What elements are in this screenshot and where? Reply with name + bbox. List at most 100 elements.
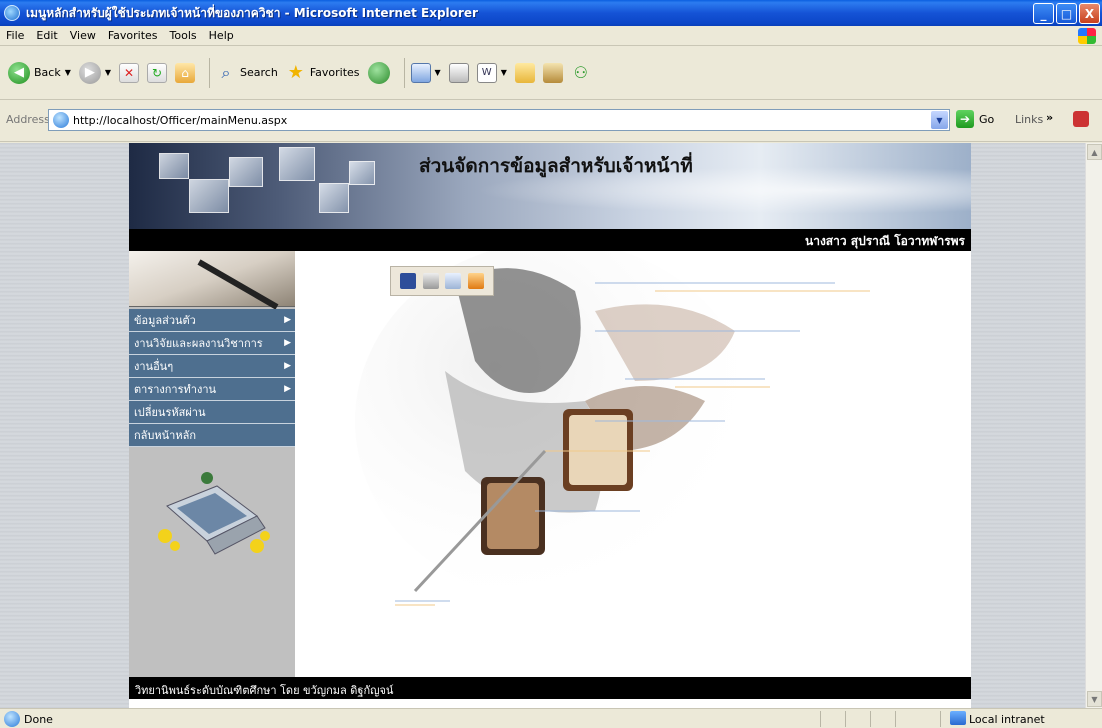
- chevron-down-icon: ▼: [500, 68, 507, 77]
- home-button[interactable]: ⌂: [175, 62, 196, 83]
- vertical-scrollbar[interactable]: ▲ ▼: [1085, 143, 1102, 708]
- menu-bar: File Edit View Favorites Tools Help: [0, 26, 1102, 46]
- web-page: ส่วนจัดการข้อมูลสำหรับเจ้าหน้าที่ นางสาว…: [129, 143, 971, 708]
- page-banner: ส่วนจัดการข้อมูลสำหรับเจ้าหน้าที่: [129, 143, 971, 229]
- address-dropdown-icon[interactable]: ▼: [931, 111, 948, 129]
- forward-arrow-icon: ▶: [78, 61, 101, 84]
- laptop-flowers-image: [158, 472, 270, 555]
- print-button[interactable]: [448, 62, 469, 83]
- refresh-icon: ↻: [147, 62, 168, 83]
- star-icon: ★: [287, 62, 304, 83]
- minimize-button[interactable]: _: [1033, 3, 1054, 24]
- menu-item-label: งานอื่นๆ: [134, 360, 174, 373]
- writing-hand-image: [129, 251, 295, 310]
- window-title: เมนูหลักสำหรับผู้ใช้ประเภทเจ้าหน้าที่ของ…: [26, 5, 478, 20]
- print-icon[interactable]: [422, 273, 439, 289]
- menu-item-research[interactable]: งานวิจัยและผลงานวิชาการ ▶: [129, 332, 295, 355]
- main-content: [295, 251, 971, 677]
- forward-button[interactable]: ▶ ▼: [78, 61, 112, 84]
- pen-graphic: [197, 259, 279, 310]
- submenu-arrow-icon: ▶: [284, 384, 291, 394]
- windows-logo-icon: [1078, 28, 1096, 44]
- menu-item-label: เปลี่ยนรหัสผ่าน: [134, 406, 206, 419]
- email-icon[interactable]: [445, 273, 462, 289]
- back-arrow-icon: ◀: [8, 61, 30, 84]
- address-url[interactable]: http://localhost/Officer/mainMenu.aspx: [73, 114, 287, 127]
- home-icon: ⌂: [175, 62, 196, 83]
- back-button[interactable]: ◀ Back ▼: [8, 61, 71, 84]
- media-button[interactable]: [367, 61, 390, 84]
- menu-item-label: ตารางการทำงาน: [134, 383, 217, 396]
- favorites-button[interactable]: ★ Favorites: [286, 62, 360, 83]
- submenu-arrow-icon: ▶: [284, 338, 291, 348]
- page-footer: วิทยานิพนธ์ระดับบัณฑิตศึกษา โดย ขวัญกมล …: [129, 677, 971, 699]
- links-toolbar[interactable]: Links: [1015, 113, 1043, 126]
- save-icon[interactable]: [400, 273, 417, 289]
- folder-button[interactable]: [514, 62, 535, 83]
- extension-icon[interactable]: [1073, 111, 1089, 127]
- status-divider: [845, 711, 846, 727]
- research-button[interactable]: [542, 62, 563, 83]
- scroll-up-icon[interactable]: ▲: [1087, 144, 1102, 160]
- status-divider: [895, 711, 896, 727]
- menu-item-other-work[interactable]: งานอื่นๆ ▶: [129, 355, 295, 378]
- edit-button[interactable]: W ▼: [476, 62, 507, 83]
- menu-view[interactable]: View: [64, 29, 102, 42]
- banner-title: ส่วนจัดการข้อมูลสำหรับเจ้าหน้าที่: [419, 155, 693, 177]
- search-button[interactable]: ⌕ Search: [216, 63, 278, 83]
- menu-file[interactable]: File: [0, 29, 30, 42]
- mail-button[interactable]: ▼: [410, 62, 441, 83]
- window-title-bar[interactable]: เมนูหลักสำหรับผู้ใช้ประเภทเจ้าหน้าที่ของ…: [0, 0, 1102, 26]
- media-icon: [367, 61, 390, 84]
- menu-item-work-schedule[interactable]: ตารางการทำงาน ▶: [129, 378, 295, 401]
- address-label: Address: [6, 113, 50, 126]
- refresh-button[interactable]: ↻: [147, 62, 168, 83]
- address-bar: Address http://localhost/Officer/mainMen…: [0, 100, 1102, 142]
- research-icon: [542, 62, 563, 83]
- menu-item-change-password[interactable]: เปลี่ยนรหัสผ่าน: [129, 401, 295, 424]
- page-status-icon: [4, 711, 20, 727]
- menu-favorites[interactable]: Favorites: [102, 29, 164, 42]
- footer-text: วิทยานิพนธ์ระดับบัณฑิตศึกษา โดย ขวัญกมล …: [135, 684, 394, 697]
- office-collage-image: [355, 251, 870, 606]
- submenu-arrow-icon: ▶: [284, 361, 291, 371]
- maximize-button[interactable]: □: [1056, 3, 1077, 24]
- links-chevron-icon[interactable]: »: [1046, 111, 1053, 124]
- chevron-down-icon: ▼: [434, 68, 441, 77]
- user-name: นางสาว สุปราณี โอวาทฬารพร: [805, 234, 965, 248]
- go-label: Go: [979, 112, 995, 126]
- menu-edit[interactable]: Edit: [30, 29, 63, 42]
- stop-button[interactable]: ✕: [119, 62, 140, 83]
- address-input[interactable]: http://localhost/Officer/mainMenu.aspx ▼: [48, 109, 950, 131]
- printer-icon: [448, 62, 469, 83]
- menu-item-label: กลับหน้าหลัก: [134, 429, 196, 442]
- menu-item-label: ข้อมูลส่วนตัว: [134, 314, 196, 327]
- page-icon: [53, 112, 69, 128]
- favorites-label: Favorites: [309, 66, 360, 79]
- ie-icon: [4, 5, 20, 21]
- page-toolbar: [390, 266, 494, 296]
- status-divider: [870, 711, 871, 727]
- standard-toolbar: ◀ Back ▼ ▶ ▼ ✕ ↻ ⌂ ⌕ Search ★ Favorites …: [0, 46, 1102, 100]
- chevron-down-icon: ▼: [104, 68, 112, 77]
- go-arrow-icon: ➔: [956, 110, 974, 128]
- menu-help[interactable]: Help: [203, 29, 240, 42]
- menu-item-home[interactable]: กลับหน้าหลัก: [129, 424, 295, 447]
- chevron-down-icon: ▼: [64, 68, 71, 77]
- close-button[interactable]: X: [1079, 3, 1100, 24]
- user-bar: นางสาว สุปราณี โอวาทฬารพร: [129, 229, 971, 251]
- toolbar-separator: [403, 57, 405, 88]
- sidebar-menu: ข้อมูลส่วนตัว ▶ งานวิจัยและผลงานวิชาการ …: [129, 309, 295, 447]
- export-icon[interactable]: [467, 273, 484, 289]
- stop-icon: ✕: [119, 62, 140, 83]
- zone-label: Local intranet: [969, 713, 1045, 726]
- status-text: Done: [24, 713, 53, 726]
- mail-icon: [410, 62, 431, 83]
- scroll-down-icon[interactable]: ▼: [1087, 691, 1102, 707]
- go-button[interactable]: ➔ Go: [956, 110, 994, 128]
- status-bar: Done Local intranet: [0, 708, 1102, 728]
- menu-tools[interactable]: Tools: [164, 29, 203, 42]
- menu-item-personal-info[interactable]: ข้อมูลส่วนตัว ▶: [129, 309, 295, 332]
- toolbar-separator: [209, 57, 211, 88]
- messenger-button[interactable]: ⚇: [571, 63, 591, 83]
